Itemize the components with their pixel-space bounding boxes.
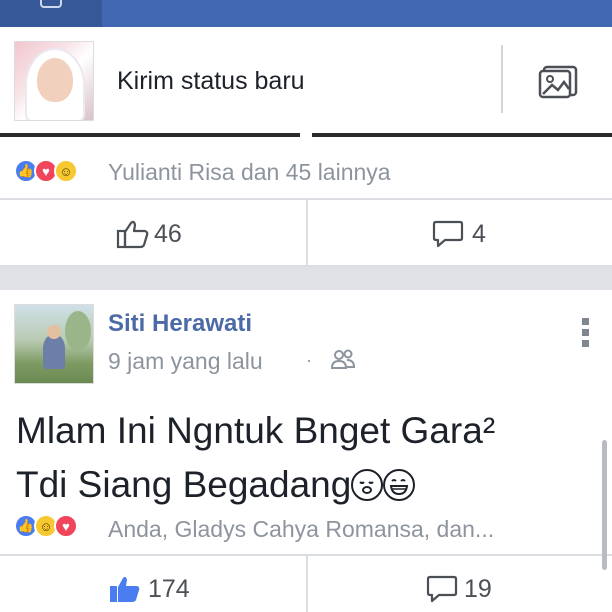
avatar[interactable] xyxy=(14,41,94,121)
haha-reaction-icon: ☺ xyxy=(54,159,78,183)
thumbs-up-icon xyxy=(116,220,149,249)
comment-count: 4 xyxy=(472,219,486,248)
meta-separator: · xyxy=(306,350,312,370)
status-composer: Kirim status baru xyxy=(0,27,612,137)
reaction-summary[interactable]: Yulianti Risa dan 45 lainnya xyxy=(108,159,391,186)
comment-icon xyxy=(432,220,464,248)
scrollbar[interactable] xyxy=(602,440,607,570)
like-count: 46 xyxy=(154,219,182,248)
sleepy-face-icon xyxy=(351,469,384,501)
friends-icon xyxy=(330,349,356,369)
author-name[interactable]: Siti Herawati xyxy=(108,310,252,338)
post-text: Mlam Ini Ngntuk Bnget Gara² Tdi Siang Be… xyxy=(16,404,606,512)
like-button[interactable]: 46 xyxy=(116,219,182,249)
thumbs-up-icon xyxy=(110,576,140,602)
post-text-line: Mlam Ini Ngntuk Bnget Gara² xyxy=(16,410,496,451)
status-input[interactable]: Kirim status baru xyxy=(117,67,305,96)
photo-icon[interactable] xyxy=(538,65,578,99)
comment-icon xyxy=(426,575,458,603)
author-avatar[interactable] xyxy=(14,304,94,384)
reaction-icons[interactable]: 👍 ♥ ☺ xyxy=(14,159,78,183)
comment-button[interactable]: 4 xyxy=(432,219,486,249)
like-button[interactable]: 174 xyxy=(108,574,190,604)
post-card: Siti Herawati 9 jam yang lalu · Mlam Ini… xyxy=(0,290,612,612)
nav-tab-notifications[interactable] xyxy=(306,0,408,27)
comment-button[interactable]: 19 xyxy=(426,574,492,604)
grinning-face-icon xyxy=(383,469,416,501)
like-count: 174 xyxy=(148,574,190,603)
post-text-line: Tdi Siang Begadang xyxy=(16,464,352,505)
comment-count: 19 xyxy=(464,574,492,603)
divider xyxy=(306,556,308,612)
nav-tab-home[interactable] xyxy=(0,0,102,27)
nav-tab-menu[interactable] xyxy=(510,0,612,27)
post-timestamp[interactable]: 9 jam yang lalu xyxy=(108,348,263,375)
nav-tab-friends[interactable] xyxy=(102,0,204,27)
love-reaction-icon: ♥ xyxy=(54,514,78,538)
divider xyxy=(0,265,612,267)
nav-tab-messages[interactable] xyxy=(204,0,306,27)
home-icon xyxy=(40,0,62,8)
reaction-summary[interactable]: Anda, Gladys Cahya Romansa, dan... xyxy=(108,516,494,543)
more-vertical-icon[interactable] xyxy=(582,318,590,348)
nav-tab-search[interactable] xyxy=(408,0,510,27)
top-nav-bar xyxy=(0,0,612,27)
post-card: 👍 ♥ ☺ Yulianti Risa dan 45 lainnya 46 4 xyxy=(0,137,612,267)
divider xyxy=(501,45,503,113)
divider xyxy=(306,199,308,265)
reaction-icons[interactable]: 👍 ☺ ♥ xyxy=(14,514,78,538)
